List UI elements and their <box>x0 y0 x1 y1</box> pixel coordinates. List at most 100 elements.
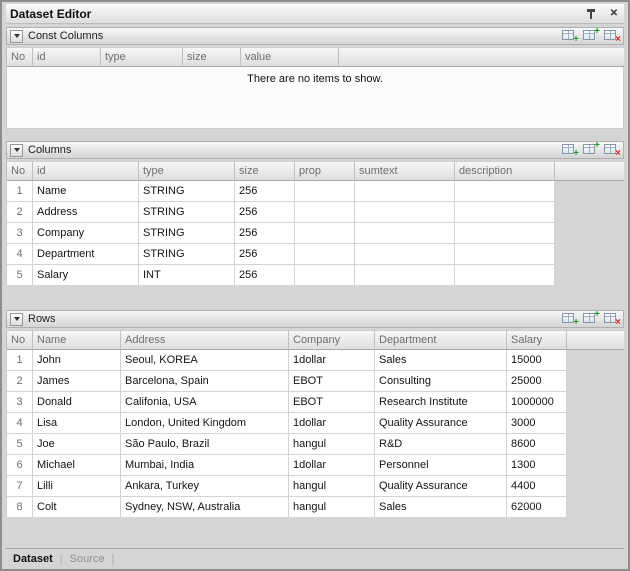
column-header[interactable]: Company <box>289 330 375 350</box>
row-number-cell[interactable]: 7 <box>7 476 33 497</box>
collapse-const-columns-icon[interactable] <box>10 30 23 43</box>
cell[interactable] <box>295 181 355 202</box>
cell[interactable]: Califonia, USA <box>121 392 289 413</box>
cell[interactable]: 4400 <box>507 476 567 497</box>
column-header[interactable]: Name <box>33 330 121 350</box>
cell[interactable]: EBOT <box>289 392 375 413</box>
cell[interactable]: 3000 <box>507 413 567 434</box>
cell[interactable] <box>355 223 455 244</box>
cell[interactable]: Salary <box>33 265 139 286</box>
column-header[interactable]: value <box>241 47 339 67</box>
cell[interactable]: Quality Assurance <box>375 476 507 497</box>
cell[interactable]: 1dollar <box>289 350 375 371</box>
delete-row-icon[interactable]: × <box>603 312 620 326</box>
tab-dataset[interactable]: Dataset <box>13 553 53 565</box>
row-number-cell[interactable]: 3 <box>7 392 33 413</box>
cell[interactable]: STRING <box>139 223 235 244</box>
insert-row-icon[interactable]: + <box>582 29 599 43</box>
cell[interactable]: 1dollar <box>289 413 375 434</box>
cell[interactable]: Sales <box>375 497 507 518</box>
row-number-cell[interactable]: 5 <box>7 434 33 455</box>
cell[interactable]: 1300 <box>507 455 567 476</box>
cell[interactable] <box>295 223 355 244</box>
cell[interactable]: São Paulo, Brazil <box>121 434 289 455</box>
cell[interactable]: Mumbai, India <box>121 455 289 476</box>
cell[interactable]: Consulting <box>375 371 507 392</box>
cell[interactable] <box>295 265 355 286</box>
delete-row-icon[interactable]: × <box>603 143 620 157</box>
column-header[interactable]: No <box>7 330 33 350</box>
row-number-cell[interactable]: 8 <box>7 497 33 518</box>
cell[interactable]: 1000000 <box>507 392 567 413</box>
add-row-icon[interactable]: + <box>561 143 578 157</box>
cell[interactable]: Lisa <box>33 413 121 434</box>
column-header[interactable]: size <box>235 161 295 181</box>
cell[interactable] <box>355 265 455 286</box>
column-header[interactable]: sumtext <box>355 161 455 181</box>
cell[interactable]: Address <box>33 202 139 223</box>
cell[interactable]: Department <box>33 244 139 265</box>
cell[interactable]: Personnel <box>375 455 507 476</box>
row-number-cell[interactable]: 2 <box>7 371 33 392</box>
column-header[interactable]: No <box>7 161 33 181</box>
add-row-icon[interactable]: + <box>561 29 578 43</box>
cell[interactable] <box>295 202 355 223</box>
cell[interactable]: Sales <box>375 350 507 371</box>
row-number-cell[interactable]: 5 <box>7 265 33 286</box>
row-number-cell[interactable]: 4 <box>7 244 33 265</box>
cell[interactable] <box>455 202 555 223</box>
cell[interactable]: Ankara, Turkey <box>121 476 289 497</box>
cell[interactable]: 256 <box>235 265 295 286</box>
cell[interactable]: Lilli <box>33 476 121 497</box>
cell[interactable]: Donald <box>33 392 121 413</box>
cell[interactable]: Name <box>33 181 139 202</box>
cell[interactable]: Research Institute <box>375 392 507 413</box>
cell[interactable]: London, United Kingdom <box>121 413 289 434</box>
cell[interactable]: 256 <box>235 223 295 244</box>
cell[interactable]: Sydney, NSW, Australia <box>121 497 289 518</box>
column-header[interactable]: type <box>101 47 183 67</box>
column-header[interactable]: id <box>33 47 101 67</box>
collapse-columns-icon[interactable] <box>10 144 23 157</box>
delete-row-icon[interactable]: × <box>603 29 620 43</box>
cell[interactable]: Seoul, KOREA <box>121 350 289 371</box>
cell[interactable]: Colt <box>33 497 121 518</box>
cell[interactable]: hangul <box>289 434 375 455</box>
cell[interactable] <box>455 244 555 265</box>
column-header[interactable]: Address <box>121 330 289 350</box>
cell[interactable]: Joe <box>33 434 121 455</box>
cell[interactable]: 15000 <box>507 350 567 371</box>
cell[interactable]: 8600 <box>507 434 567 455</box>
close-icon[interactable]: ✕ <box>607 7 621 21</box>
add-row-icon[interactable]: + <box>561 312 578 326</box>
collapse-rows-icon[interactable] <box>10 313 23 326</box>
cell[interactable]: STRING <box>139 244 235 265</box>
insert-row-icon[interactable]: + <box>582 312 599 326</box>
column-header[interactable]: Department <box>375 330 507 350</box>
cell[interactable]: INT <box>139 265 235 286</box>
pin-icon[interactable] <box>584 7 598 21</box>
cell[interactable]: R&D <box>375 434 507 455</box>
cell[interactable]: John <box>33 350 121 371</box>
column-header[interactable]: size <box>183 47 241 67</box>
cell[interactable]: 62000 <box>507 497 567 518</box>
cell[interactable]: 256 <box>235 244 295 265</box>
cell[interactable]: 25000 <box>507 371 567 392</box>
cell[interactable] <box>455 181 555 202</box>
cell[interactable]: 256 <box>235 181 295 202</box>
cell[interactable]: Quality Assurance <box>375 413 507 434</box>
cell[interactable]: 256 <box>235 202 295 223</box>
row-number-cell[interactable]: 3 <box>7 223 33 244</box>
cell[interactable] <box>355 244 455 265</box>
row-number-cell[interactable]: 1 <box>7 350 33 371</box>
column-header[interactable]: prop <box>295 161 355 181</box>
cell[interactable] <box>355 202 455 223</box>
column-header[interactable]: No <box>7 47 33 67</box>
cell[interactable] <box>295 244 355 265</box>
cell[interactable]: Michael <box>33 455 121 476</box>
row-number-cell[interactable]: 4 <box>7 413 33 434</box>
cell[interactable]: hangul <box>289 476 375 497</box>
cell[interactable] <box>455 265 555 286</box>
column-header[interactable]: description <box>455 161 555 181</box>
column-header[interactable]: id <box>33 161 139 181</box>
